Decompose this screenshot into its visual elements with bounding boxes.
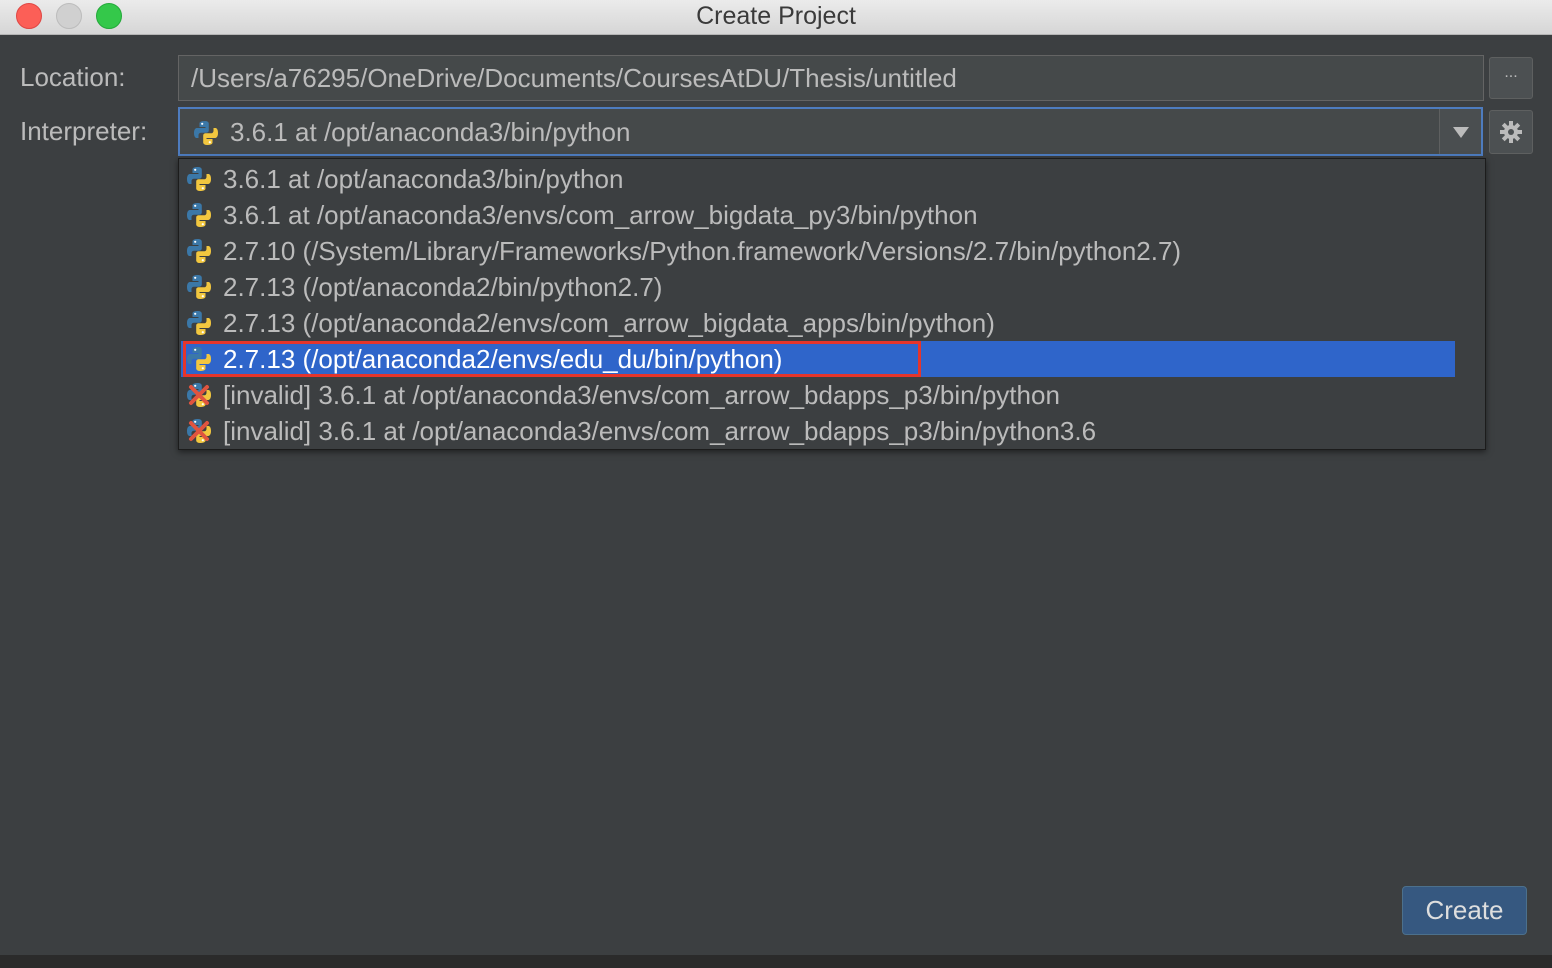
- window-title: Create Project: [696, 2, 856, 30]
- option-label: 2.7.13 (/opt/anaconda2/bin/python2.7): [223, 272, 663, 302]
- invalid-python-icon: [185, 381, 213, 409]
- interpreter-option[interactable]: 2.7.13 (/opt/anaconda2/bin/python2.7): [181, 269, 1455, 305]
- interpreter-option-selected[interactable]: 2.7.13 (/opt/anaconda2/envs/edu_du/bin/p…: [181, 341, 1455, 377]
- interpreter-option-invalid[interactable]: [invalid] 3.6.1 at /opt/anaconda3/envs/c…: [181, 377, 1455, 413]
- window-bottom-edge: [0, 955, 1552, 968]
- interpreter-option[interactable]: 2.7.13 (/opt/anaconda2/envs/com_arrow_bi…: [181, 305, 1455, 341]
- option-label: [invalid] 3.6.1 at /opt/anaconda3/envs/c…: [223, 380, 1060, 410]
- location-label: Location:: [20, 62, 126, 92]
- invalid-python-icon: [185, 417, 213, 445]
- interpreter-label: Interpreter:: [20, 116, 148, 146]
- interpreter-option[interactable]: 3.6.1 at /opt/anaconda3/envs/com_arrow_b…: [181, 197, 1455, 233]
- option-label: 3.6.1 at /opt/anaconda3/bin/python: [223, 164, 624, 194]
- interpreter-settings-button[interactable]: [1489, 110, 1533, 154]
- gear-icon: [1500, 121, 1522, 143]
- python-icon: [185, 237, 213, 265]
- option-label: 3.6.1 at /opt/anaconda3/envs/com_arrow_b…: [223, 200, 978, 230]
- window-titlebar: Create Project: [0, 0, 1552, 35]
- interpreter-selected-value: 3.6.1 at /opt/anaconda3/bin/python: [230, 117, 631, 147]
- interpreter-dropdown-list: 3.6.1 at /opt/anaconda3/bin/python 3.6.1…: [178, 158, 1486, 450]
- interpreter-option[interactable]: 2.7.10 (/System/Library/Frameworks/Pytho…: [181, 233, 1455, 269]
- chevron-down-icon[interactable]: [1439, 109, 1481, 154]
- python-icon: [185, 165, 213, 193]
- interpreter-option-invalid[interactable]: [invalid] 3.6.1 at /opt/anaconda3/envs/c…: [181, 413, 1455, 449]
- location-input[interactable]: /Users/a76295/OneDrive/Documents/Courses…: [178, 55, 1484, 101]
- create-button[interactable]: Create: [1402, 886, 1527, 935]
- option-label: 2.7.13 (/opt/anaconda2/envs/com_arrow_bi…: [223, 308, 995, 338]
- python-icon: [185, 309, 213, 337]
- option-label: [invalid] 3.6.1 at /opt/anaconda3/envs/c…: [223, 416, 1097, 446]
- python-icon: [185, 273, 213, 301]
- option-label: 2.7.10 (/System/Library/Frameworks/Pytho…: [223, 236, 1182, 266]
- interpreter-option[interactable]: 3.6.1 at /opt/anaconda3/bin/python: [181, 161, 1455, 197]
- python-icon: [192, 119, 220, 147]
- browse-button[interactable]: ...: [1489, 57, 1533, 99]
- interpreter-combobox[interactable]: 3.6.1 at /opt/anaconda3/bin/python: [178, 107, 1483, 156]
- python-icon: [185, 201, 213, 229]
- annotation-highlight-box: [183, 341, 921, 377]
